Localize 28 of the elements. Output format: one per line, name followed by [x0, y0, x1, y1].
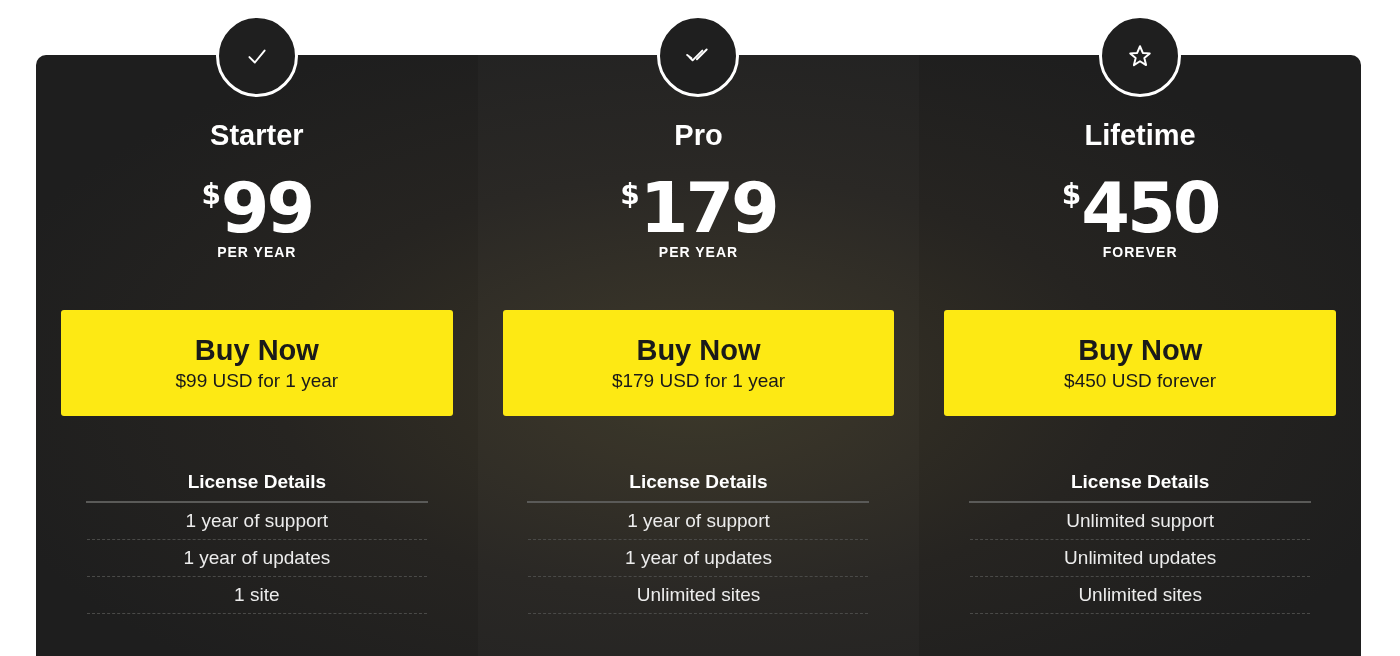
detail-item: 1 year of support: [86, 503, 427, 540]
price-period: PER YEAR: [217, 244, 297, 261]
details-heading: License Details: [1071, 471, 1210, 494]
detail-item: Unlimited support: [970, 503, 1311, 540]
plan-name: Starter: [210, 118, 304, 152]
detail-item: 1 year of updates: [86, 540, 427, 577]
detail-item: 1 site: [86, 577, 427, 614]
price-period: PER YEAR: [658, 244, 739, 261]
price-amount: 450: [1081, 174, 1219, 242]
details-heading: License Details: [187, 471, 326, 494]
buy-now-button[interactable]: Buy Now $450 USD forever: [944, 310, 1336, 416]
detail-item: 1 year of support: [528, 503, 869, 540]
detail-item: 1 year of updates: [528, 540, 869, 577]
buy-now-button[interactable]: Buy Now $179 USD for 1 year: [502, 310, 895, 416]
plan-name: Pro: [674, 118, 723, 152]
price-amount: 179: [639, 174, 777, 242]
star-icon: [1127, 43, 1154, 69]
currency-sign: $: [1061, 178, 1082, 212]
price-period: FOREVER: [1102, 244, 1178, 261]
detail-item: Unlimited sites: [528, 577, 869, 614]
price-amount: 99: [220, 174, 313, 242]
details-heading: License Details: [629, 471, 768, 494]
detail-item: Unlimited updates: [970, 540, 1311, 577]
currency-sign: $: [201, 178, 221, 212]
currency-sign: $: [620, 178, 640, 212]
plan-name: Lifetime: [1084, 118, 1196, 152]
buy-now-button[interactable]: Buy Now $99 USD for 1 year: [61, 310, 453, 416]
detail-item: Unlimited sites: [970, 577, 1311, 614]
